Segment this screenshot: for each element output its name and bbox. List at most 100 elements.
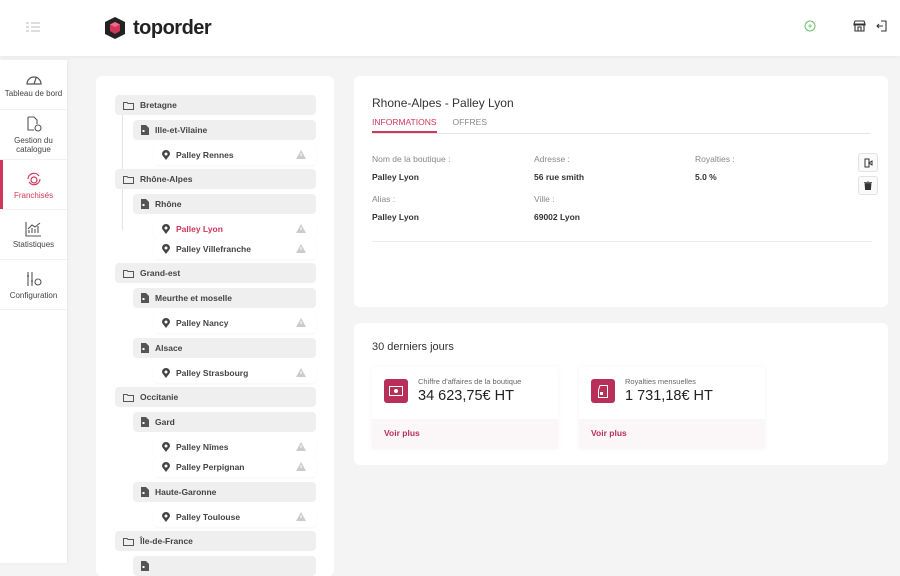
tree-list: Bretagne Ille-et-Vilaine Palley Rennes Rhôn… <box>114 95 316 576</box>
field-city: Ville : 69002 Lyon <box>534 194 580 222</box>
sidebar-item-label: Statistiques <box>12 239 55 249</box>
warning-icon <box>296 462 306 473</box>
tree-item-label: Meurthe et moselle <box>155 293 232 303</box>
tree-store-item[interactable]: Palley Nîmes <box>154 437 316 457</box>
sidebar-item-catalogue[interactable]: Gestion du catalogue <box>0 110 67 160</box>
tree-region-item[interactable]: Occitanie <box>115 387 316 407</box>
field-value: 5.0 % <box>695 172 717 182</box>
building-icon <box>141 293 149 303</box>
tree-item-label: Bretagne <box>140 100 177 110</box>
delete-button[interactable] <box>858 176 878 195</box>
field-alias: Alias : Palley Lyon <box>372 194 419 222</box>
sidebar-item-franchises[interactable]: Franchisés <box>0 160 67 210</box>
tree-item-label: Rhône-Alpes <box>140 174 193 184</box>
building-icon <box>141 125 149 135</box>
warning-icon <box>296 512 306 523</box>
tree-dept-item[interactable]: Ille-et-Vilaine <box>133 120 316 140</box>
tree-region-item[interactable]: Île-de-France <box>115 531 316 551</box>
tree-store-item[interactable]: Palley Rennes <box>154 145 316 165</box>
warning-icon <box>296 368 306 379</box>
tree-item-label: Palley Nancy <box>176 318 229 328</box>
tree-store-item[interactable]: Palley Toulouse <box>154 507 316 527</box>
edit-icon <box>864 158 872 167</box>
field-value: Palley Lyon <box>372 172 419 182</box>
field-royalties: Royalties : 5.0 % <box>695 154 735 182</box>
kpi-value: 34 623,75€ HT <box>418 388 514 404</box>
tree-region-item[interactable]: Bretagne <box>115 95 316 115</box>
tree-region-item[interactable]: Grand-est <box>115 263 316 283</box>
building-icon <box>141 417 149 427</box>
gauge-icon <box>25 75 42 85</box>
store-title: Rhone-Alpes - Palley Lyon <box>372 96 514 110</box>
warning-icon <box>296 244 306 255</box>
tree-store-item[interactable]: Palley Lyon <box>154 219 316 239</box>
tree-dept-item[interactable]: Meurthe et moselle <box>133 288 316 308</box>
tree-store-item[interactable]: Palley Villefranche <box>154 239 316 259</box>
tree-item-label: Palley Toulouse <box>176 512 241 522</box>
tree-item-label: Rhône <box>155 199 182 209</box>
location-pin-icon <box>162 368 170 378</box>
stats-card: 30 derniers jours Chiffre d'affaires de … <box>354 323 888 465</box>
tree-store-item[interactable]: Palley Perpignan <box>154 457 316 477</box>
building-icon <box>141 487 149 497</box>
tree-item-label: Palley Villefranche <box>176 244 251 254</box>
sidebar-item-configuration[interactable]: Configuration <box>0 260 67 310</box>
tree-item-label: Île-de-France <box>140 536 193 546</box>
menu-toggle-icon[interactable] <box>26 22 40 32</box>
tree-region-item[interactable]: Rhône-Alpes <box>115 169 316 189</box>
field-store-name: Nom de la boutique : Palley Lyon <box>372 154 450 182</box>
sidebar-item-label: Configuration <box>9 290 58 300</box>
tabs: INFORMATIONS OFFRES <box>372 117 870 134</box>
sidebar-item-label: Tableau de bord <box>4 88 63 98</box>
location-pin-icon <box>162 224 170 234</box>
trash-icon <box>864 181 872 190</box>
top-bar: toporder <box>0 0 900 56</box>
sidebar-item-dashboard[interactable]: Tableau de bord <box>0 60 67 110</box>
tree-store-item[interactable]: Palley Nancy <box>154 313 316 333</box>
field-label: Royalties : <box>695 154 735 164</box>
tab-offres[interactable]: OFFRES <box>453 117 487 133</box>
tree-item-label: Gard <box>155 417 175 427</box>
store-detail-card: Rhone-Alpes - Palley Lyon INFORMATIONS O… <box>354 76 888 307</box>
tab-informations[interactable]: INFORMATIONS <box>372 117 437 133</box>
warning-icon <box>296 318 306 329</box>
building-icon <box>141 199 149 209</box>
money-icon <box>384 379 408 403</box>
tree-dept-item[interactable]: Gard <box>133 412 316 432</box>
tree-store-item[interactable]: Palley Strasbourg <box>154 363 316 383</box>
store-icon[interactable] <box>853 20 866 32</box>
tree-connector <box>122 190 123 230</box>
sidebar-item-statistics[interactable]: Statistiques <box>0 210 67 260</box>
field-address: Adresse : 56 rue smith <box>534 154 584 182</box>
franchise-icon <box>26 172 41 185</box>
settings-icon <box>26 271 42 286</box>
tree-item-label: Palley Lyon <box>176 224 223 234</box>
tree-item-label: Haute-Garonne <box>155 487 217 497</box>
field-value: 69002 Lyon <box>534 212 580 222</box>
brand-name: toporder <box>133 16 212 39</box>
franchise-tree: Bretagne Ille-et-Vilaine Palley Rennes Rhôn… <box>96 76 334 576</box>
location-pin-icon <box>162 442 170 452</box>
field-label: Adresse : <box>534 154 570 164</box>
warning-icon <box>296 224 306 235</box>
catalog-gear-icon <box>26 116 42 132</box>
tree-dept-item[interactable]: Haute-Garonne <box>133 482 316 502</box>
tree-dept-item[interactable] <box>133 556 316 576</box>
edit-button[interactable] <box>858 153 878 172</box>
logout-icon[interactable] <box>876 20 887 32</box>
tree-item-label: Palley Perpignan <box>176 462 245 472</box>
warning-icon <box>296 150 306 161</box>
location-pin-icon <box>162 244 170 254</box>
sync-status-icon[interactable] <box>804 20 816 32</box>
stats-title: 30 derniers jours <box>372 341 454 353</box>
tree-dept-item[interactable]: Alsace <box>133 338 316 358</box>
divider <box>372 241 872 242</box>
see-more-link[interactable]: Voir plus <box>372 419 558 449</box>
folder-icon <box>123 393 134 402</box>
tree-dept-item[interactable]: Rhône <box>133 194 316 214</box>
sidebar-item-label: Gestion du catalogue <box>14 136 53 154</box>
sidebar: Tableau de bord Gestion du catalogue Fra… <box>0 60 67 563</box>
kpi-value: 1 731,18€ HT <box>625 388 713 404</box>
see-more-link[interactable]: Voir plus <box>579 419 765 449</box>
field-label: Alias : <box>372 194 396 204</box>
